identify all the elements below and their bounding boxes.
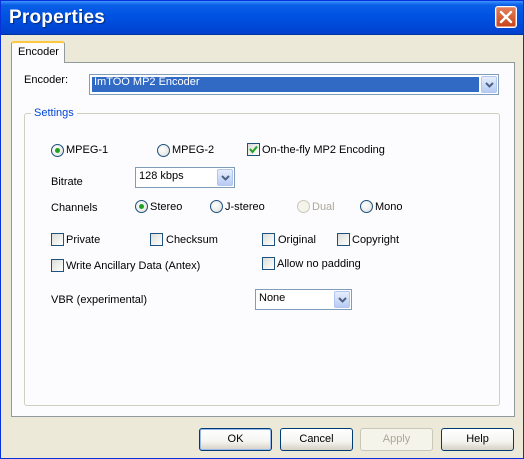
mpeg1-label: MPEG-1 bbox=[66, 144, 109, 156]
encoder-label: Encoder: bbox=[24, 74, 69, 86]
ok-button[interactable]: OK bbox=[199, 428, 272, 451]
dual-radio[interactable] bbox=[297, 200, 310, 213]
checkmark-icon bbox=[249, 145, 258, 154]
close-button[interactable] bbox=[495, 6, 517, 28]
mono-label: Mono bbox=[375, 201, 403, 213]
encoder-select-value: ImTOO MP2 Encoder bbox=[94, 76, 200, 88]
checksum-label: Checksum bbox=[166, 234, 218, 246]
window-title: Properties bbox=[9, 7, 105, 28]
properties-dialog: Properties Encoder Encoder: ImTOO MP2 En… bbox=[0, 0, 524, 459]
help-button[interactable]: Help bbox=[441, 428, 514, 451]
vbr-dropdown-button[interactable] bbox=[334, 291, 350, 308]
private-label: Private bbox=[66, 234, 101, 246]
mpeg2-radio[interactable] bbox=[157, 144, 170, 157]
chevron-down-icon bbox=[485, 82, 494, 88]
mpeg2-label: MPEG-2 bbox=[172, 144, 215, 156]
nopadding-label: Allow no padding bbox=[277, 258, 361, 270]
vbr-value: None bbox=[259, 292, 286, 304]
tab-encoder[interactable]: Encoder bbox=[11, 41, 65, 63]
close-icon bbox=[499, 10, 513, 24]
checksum-checkbox[interactable] bbox=[150, 233, 163, 246]
ancillary-label: Write Ancillary Data (Antex) bbox=[66, 260, 201, 272]
copyright-checkbox[interactable] bbox=[337, 233, 350, 246]
tab-encoder-label: Encoder bbox=[18, 46, 59, 58]
dual-label: Dual bbox=[312, 201, 335, 213]
mpeg1-radio[interactable] bbox=[51, 144, 64, 157]
stereo-radio[interactable] bbox=[135, 200, 148, 213]
bitrate-label: Bitrate bbox=[51, 176, 83, 188]
cancel-button[interactable]: Cancel bbox=[280, 428, 353, 451]
copyright-label: Copyright bbox=[352, 234, 400, 246]
jstereo-label: J-stereo bbox=[225, 201, 265, 213]
ancillary-checkbox[interactable] bbox=[51, 259, 64, 272]
onthefly-checkbox[interactable] bbox=[247, 143, 260, 156]
bitrate-select[interactable]: 128 kbps bbox=[135, 167, 235, 188]
chevron-down-icon bbox=[338, 297, 347, 303]
encoder-select[interactable]: ImTOO MP2 Encoder bbox=[89, 74, 499, 95]
jstereo-radio[interactable] bbox=[210, 200, 223, 213]
private-checkbox[interactable] bbox=[51, 233, 64, 246]
stereo-label: Stereo bbox=[150, 201, 183, 213]
original-checkbox[interactable] bbox=[262, 233, 275, 246]
nopadding-checkbox[interactable] bbox=[262, 257, 275, 270]
mono-radio[interactable] bbox=[360, 200, 373, 213]
encoder-dropdown-button[interactable] bbox=[481, 76, 497, 93]
title-bar[interactable]: Properties bbox=[1, 1, 523, 35]
original-label: Original bbox=[278, 234, 316, 246]
channels-label: Channels bbox=[51, 202, 98, 214]
onthefly-label: On-the-fly MP2 Encoding bbox=[262, 144, 385, 156]
bitrate-value: 128 kbps bbox=[139, 170, 184, 182]
vbr-label: VBR (experimental) bbox=[51, 294, 147, 306]
settings-legend: Settings bbox=[31, 107, 77, 119]
apply-button[interactable]: Apply bbox=[360, 428, 433, 451]
bitrate-dropdown-button[interactable] bbox=[217, 169, 233, 186]
vbr-select[interactable]: None bbox=[255, 289, 352, 310]
chevron-down-icon bbox=[221, 175, 230, 181]
